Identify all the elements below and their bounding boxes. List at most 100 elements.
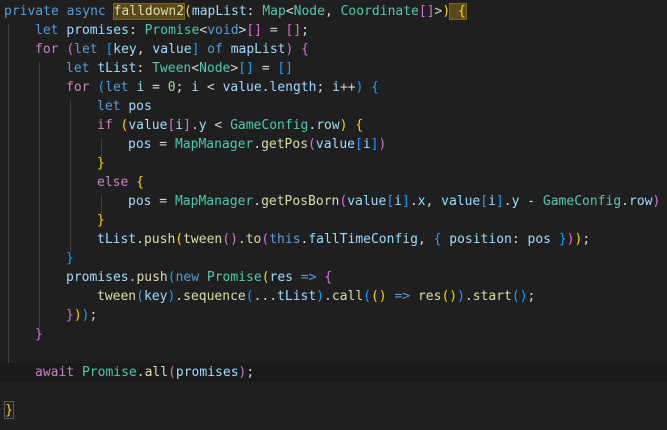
code-token: . — [136, 232, 144, 247]
code-token: of — [207, 42, 223, 57]
code-token: ) — [652, 194, 661, 209]
code-line-18[interactable]: } — [0, 325, 667, 344]
function-name-highlighted[interactable]: falldown2 — [112, 3, 186, 20]
code-token: = — [151, 137, 175, 152]
code-token: tween — [183, 232, 223, 247]
code-token: = — [144, 80, 168, 95]
code-token: => — [293, 270, 325, 285]
code-token: ) — [355, 80, 364, 95]
code-token: : — [511, 232, 528, 247]
code-token: { — [301, 42, 309, 57]
code-line-10[interactable]: else { — [0, 173, 667, 192]
code-token: ) — [285, 42, 294, 57]
code-token: . — [261, 80, 270, 95]
code-token: - — [519, 194, 543, 209]
code-editor[interactable]: private async falldown2(mapList: Map<Nod… — [0, 0, 667, 430]
code-token: ; — [175, 80, 192, 95]
code-token: } — [97, 156, 105, 171]
code-line-1[interactable]: private async falldown2(mapList: Map<Nod… — [0, 2, 667, 21]
code-token: () — [222, 232, 238, 247]
matched-closing-brace: } — [4, 401, 14, 419]
code-token: promises — [175, 365, 239, 380]
code-token: < — [199, 80, 223, 95]
code-line-11[interactable]: pos = MapManager.getPosBorn(value[i].x, … — [0, 192, 667, 211]
code-token: getPosBorn — [261, 194, 340, 209]
code-line-6[interactable]: let pos — [0, 97, 667, 116]
code-token: [] — [238, 61, 254, 76]
code-token: ( — [245, 289, 254, 304]
code-token: if — [97, 118, 113, 133]
code-token: . — [175, 289, 184, 304]
code-token: tween — [97, 289, 137, 304]
code-token: y — [198, 118, 207, 133]
code-line-12[interactable]: } — [0, 211, 667, 230]
code-token: ; — [527, 289, 536, 304]
code-token: let — [35, 23, 59, 38]
code-token: pos — [527, 232, 552, 247]
code-token: . — [136, 365, 145, 380]
code-token: => — [386, 289, 418, 304]
code-token: ; — [246, 365, 255, 380]
code-token: } — [66, 251, 74, 266]
code-token: ( — [66, 42, 75, 57]
code-token: () — [370, 289, 387, 304]
code-token: for — [66, 80, 90, 95]
code-line-20-current[interactable]: await Promise.all(promises); — [0, 363, 667, 382]
code-token: i — [362, 137, 371, 152]
code-line-8[interactable]: pos = MapManager.getPos(value[i]) — [0, 135, 667, 154]
code-token: to — [245, 232, 262, 247]
code-line-16[interactable]: tween(key).sequence(...tList).call(() =>… — [0, 287, 667, 306]
code-token: MapManager — [174, 137, 254, 152]
code-line-5[interactable]: for (let i = 0; i < value.length; i++) { — [0, 78, 667, 97]
code-token: ) — [339, 118, 348, 133]
code-token: ) — [316, 289, 325, 304]
code-line-2[interactable]: let promises: Promise<void>[] = []; — [0, 21, 667, 40]
code-token: key — [113, 42, 137, 57]
code-token: res — [417, 289, 442, 304]
code-token: Coordinate — [340, 4, 419, 19]
code-token: ] — [183, 118, 191, 133]
code-token: value — [222, 80, 262, 95]
code-line-9[interactable]: } — [0, 154, 667, 173]
code-token: . — [464, 289, 473, 304]
code-token: Promise — [81, 365, 137, 380]
code-token: value — [315, 137, 356, 152]
code-token: let — [66, 61, 90, 76]
code-token: . — [190, 118, 199, 133]
code-line-4[interactable]: let tList: Tween<Node>[] = [] — [0, 59, 667, 78]
code-line-19[interactable] — [0, 344, 667, 363]
code-token: MapManager — [174, 194, 254, 209]
code-token: ) — [566, 232, 575, 247]
code-token: this — [269, 232, 301, 247]
code-token: value — [347, 194, 387, 209]
code-token: i — [175, 118, 184, 133]
code-line-13[interactable]: tList.push(tween().to(this.fallTimeConfi… — [0, 230, 667, 249]
code-line-7[interactable]: if (value[i].y < GameConfig.row) { — [0, 116, 667, 135]
code-token: i — [191, 80, 200, 95]
code-token: length — [269, 80, 317, 95]
code-token: sequence — [183, 289, 246, 304]
code-token: Node — [199, 61, 231, 76]
code-token: ( — [308, 137, 316, 152]
code-token: pos — [128, 194, 152, 209]
code-token: ( — [167, 270, 176, 285]
code-token: all — [144, 365, 169, 380]
code-token: let — [74, 42, 98, 57]
code-token: ( — [339, 194, 348, 209]
code-token: Promise — [206, 270, 262, 285]
code-line-3[interactable]: for (let [key, value] of mapList) { — [0, 40, 667, 59]
code-token: [] — [246, 23, 263, 38]
code-token: } — [551, 232, 567, 247]
code-token: . — [308, 118, 317, 133]
code-token: promises — [66, 23, 129, 38]
code-token: ; — [89, 308, 98, 323]
code-token: () — [441, 289, 458, 304]
code-line-15[interactable]: promises.push(new Promise(res => { — [0, 268, 667, 287]
code-line-17[interactable]: })); — [0, 306, 667, 325]
code-token: ] — [191, 42, 200, 57]
code-token: : — [136, 61, 153, 76]
code-token: = — [262, 23, 286, 38]
code-line-14[interactable]: } — [0, 249, 667, 268]
code-token: row — [629, 194, 653, 209]
code-line-21[interactable] — [0, 382, 667, 401]
